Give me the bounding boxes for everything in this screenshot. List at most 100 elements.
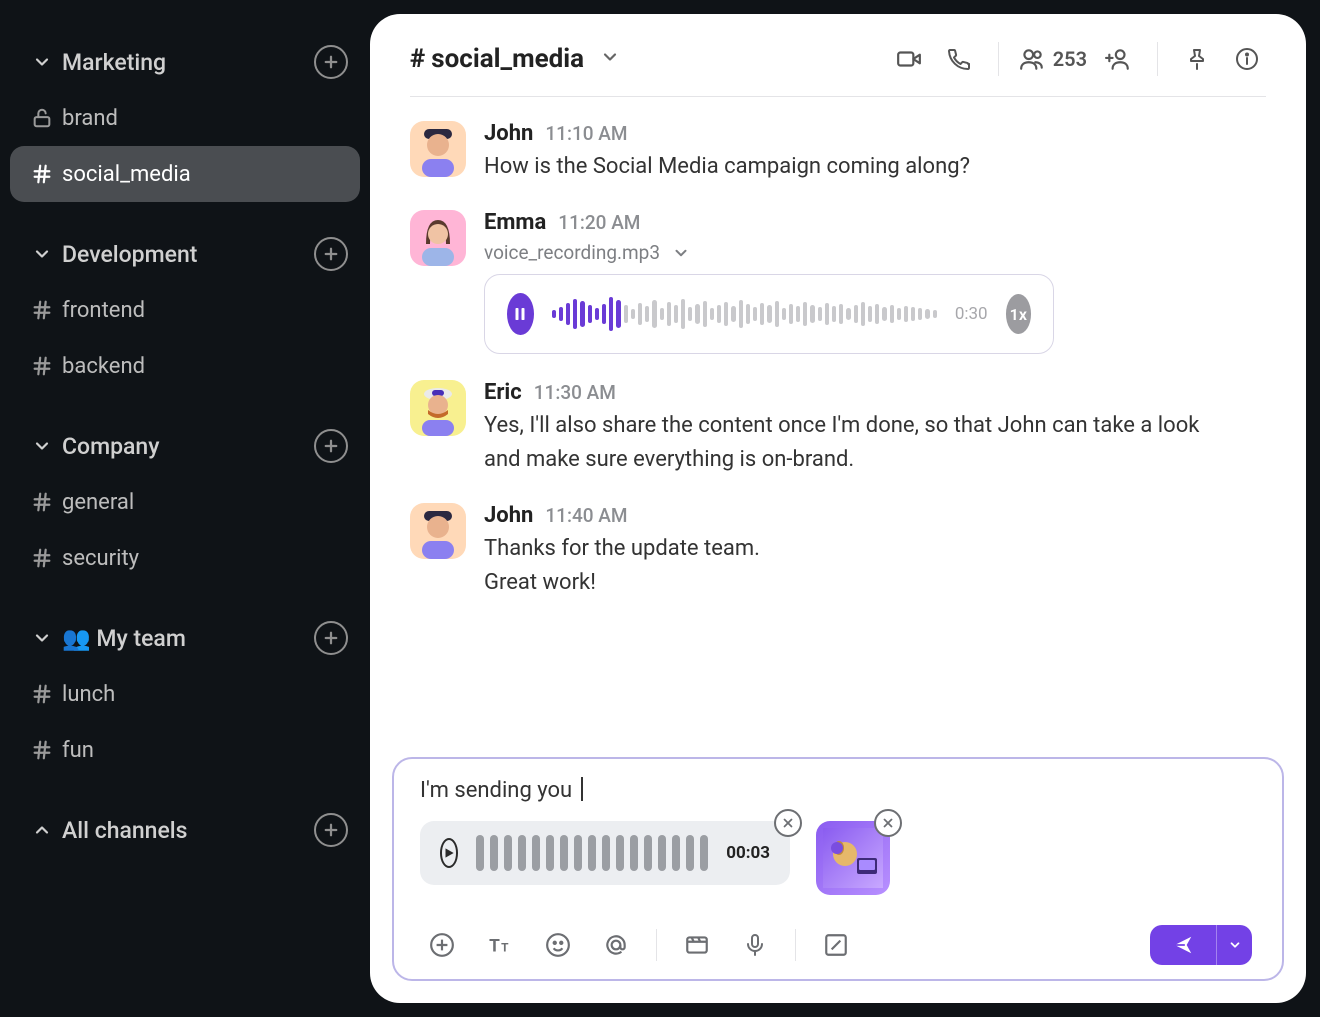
- composer-input[interactable]: I'm sending you: [420, 777, 1256, 807]
- video-call-button[interactable]: [890, 40, 928, 78]
- message-author: Emma: [484, 210, 546, 235]
- microphone-button[interactable]: [737, 927, 773, 963]
- add-channel-button[interactable]: [314, 429, 348, 463]
- channel-label: general: [62, 490, 134, 515]
- sidebar-group-label: Marketing: [62, 49, 314, 76]
- message-composer: I'm sending you 00:03: [392, 757, 1284, 981]
- message-author: Eric: [484, 380, 522, 405]
- audio-duration: 00:03: [726, 843, 770, 863]
- emoji-button[interactable]: [540, 927, 576, 963]
- avatar[interactable]: [410, 210, 466, 266]
- sidebar-group-myteam: 👥 My team lunch fun: [10, 610, 360, 778]
- channel-label: frontend: [62, 298, 145, 323]
- sidebar-channel-social-media[interactable]: social_media: [10, 146, 360, 202]
- remove-attachment-button[interactable]: [774, 809, 802, 837]
- sidebar-channel-fun[interactable]: fun: [10, 722, 360, 778]
- sidebar-group-marketing: Marketing brand social_media: [10, 34, 360, 202]
- svg-text:T: T: [501, 941, 509, 955]
- text-format-button[interactable]: TT: [482, 927, 518, 963]
- avatar[interactable]: [410, 380, 466, 436]
- send-button[interactable]: [1150, 925, 1216, 965]
- sidebar-group-company: Company general security: [10, 418, 360, 586]
- sidebar-group-development: Development frontend backend: [10, 226, 360, 394]
- message-item: John 11:10 AM How is the Social Media ca…: [410, 121, 1266, 184]
- avatar[interactable]: [410, 121, 466, 177]
- sidebar-group-header-company[interactable]: Company: [10, 418, 360, 474]
- sidebar-channel-brand[interactable]: brand: [10, 90, 360, 146]
- voice-player: 0:30 1x: [484, 274, 1054, 354]
- sidebar-channel-frontend[interactable]: frontend: [10, 282, 360, 338]
- message-text: Yes, I'll also share the content once I'…: [484, 409, 1224, 477]
- channel-header: # social_media 253: [370, 14, 1306, 96]
- sidebar-group-header-development[interactable]: Development: [10, 226, 360, 282]
- hash-icon: [22, 547, 62, 569]
- member-count-value: 253: [1053, 47, 1087, 71]
- add-channel-button[interactable]: [314, 237, 348, 271]
- pause-button[interactable]: [507, 293, 534, 335]
- chevron-down-icon: [22, 436, 62, 456]
- play-button[interactable]: [440, 838, 458, 868]
- message-author: John: [484, 503, 533, 528]
- hash-icon: [22, 163, 62, 185]
- composer-image-attachment: [816, 821, 890, 895]
- message-item: John 11:40 AM Thanks for the update team…: [410, 503, 1266, 600]
- add-member-button[interactable]: [1099, 40, 1137, 78]
- waveform[interactable]: [476, 835, 708, 871]
- phone-call-button[interactable]: [940, 40, 978, 78]
- chevron-down-icon: [22, 52, 62, 72]
- composer-audio-attachment: 00:03: [420, 821, 790, 885]
- add-attachment-button[interactable]: [424, 927, 460, 963]
- channel-label: brand: [62, 106, 118, 131]
- send-button-group: [1150, 925, 1252, 965]
- lock-icon: [22, 107, 62, 129]
- sidebar-group-header-myteam[interactable]: 👥 My team: [10, 610, 360, 666]
- hash-icon: [22, 683, 62, 705]
- playback-speed-button[interactable]: 1x: [1006, 294, 1031, 334]
- chevron-down-icon[interactable]: [600, 44, 620, 74]
- add-channel-button[interactable]: [314, 45, 348, 79]
- add-channel-button[interactable]: [314, 813, 348, 847]
- hash-icon: #: [410, 44, 425, 74]
- message-text: How is the Social Media campaign coming …: [484, 150, 1224, 184]
- message-text: Thanks for the update team. Great work!: [484, 532, 1224, 600]
- hash-icon: [22, 491, 62, 513]
- composer-toolbar: TT: [420, 915, 1256, 971]
- sidebar-group-label: Company: [62, 433, 314, 460]
- pin-button[interactable]: [1178, 40, 1216, 78]
- hash-icon: [22, 355, 62, 377]
- add-channel-button[interactable]: [314, 621, 348, 655]
- send-options-button[interactable]: [1216, 925, 1252, 965]
- channel-label: fun: [62, 738, 94, 763]
- chevron-down-icon: [22, 244, 62, 264]
- info-button[interactable]: [1228, 40, 1266, 78]
- waveform[interactable]: [552, 294, 937, 334]
- video-clip-button[interactable]: [679, 927, 715, 963]
- message-item: Eric 11:30 AM Yes, I'll also share the c…: [410, 380, 1266, 477]
- chevron-up-icon: [22, 820, 62, 840]
- attachment-filename: voice_recording.mp3: [484, 241, 660, 264]
- channel-label: backend: [62, 354, 145, 379]
- sidebar-channel-general[interactable]: general: [10, 474, 360, 530]
- sidebar-group-header-marketing[interactable]: Marketing: [10, 34, 360, 90]
- message-time: 11:30 AM: [534, 381, 616, 404]
- hash-icon: [22, 299, 62, 321]
- svg-text:T: T: [489, 937, 500, 957]
- mention-button[interactable]: [598, 927, 634, 963]
- sidebar-channel-security[interactable]: security: [10, 530, 360, 586]
- shortcut-button[interactable]: [818, 927, 854, 963]
- avatar[interactable]: [410, 503, 466, 559]
- message-time: 11:10 AM: [545, 122, 627, 145]
- member-count[interactable]: 253: [1019, 46, 1087, 72]
- channel-title[interactable]: # social_media: [410, 44, 620, 74]
- sidebar-group-label: 👥 My team: [62, 625, 314, 652]
- message-author: John: [484, 121, 533, 146]
- hash-icon: [22, 739, 62, 761]
- sidebar-all-channels[interactable]: All channels: [10, 802, 360, 858]
- attachment-filename-row[interactable]: voice_recording.mp3: [484, 241, 1266, 264]
- message-time: 11:40 AM: [545, 504, 627, 527]
- chevron-down-icon: [22, 628, 62, 648]
- remove-attachment-button[interactable]: [874, 809, 902, 837]
- sidebar-channel-lunch[interactable]: lunch: [10, 666, 360, 722]
- message-time: 11:20 AM: [558, 211, 640, 234]
- sidebar-channel-backend[interactable]: backend: [10, 338, 360, 394]
